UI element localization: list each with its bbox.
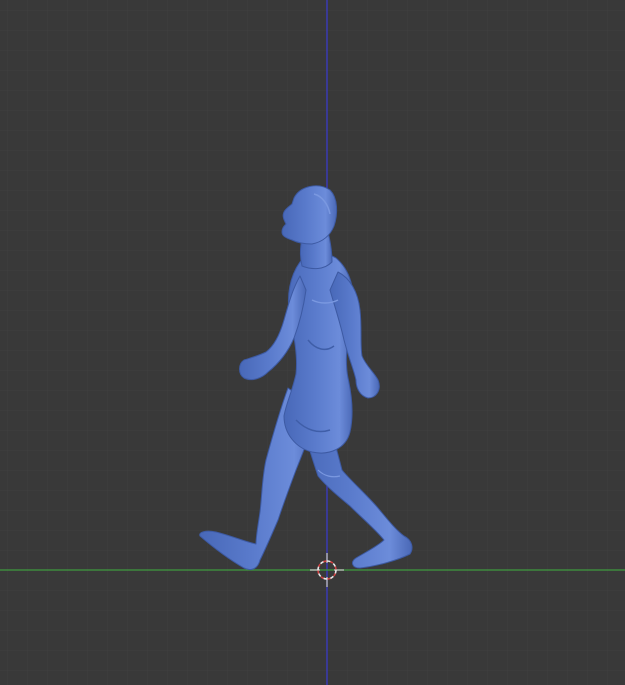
3d-viewport[interactable]	[0, 0, 625, 685]
